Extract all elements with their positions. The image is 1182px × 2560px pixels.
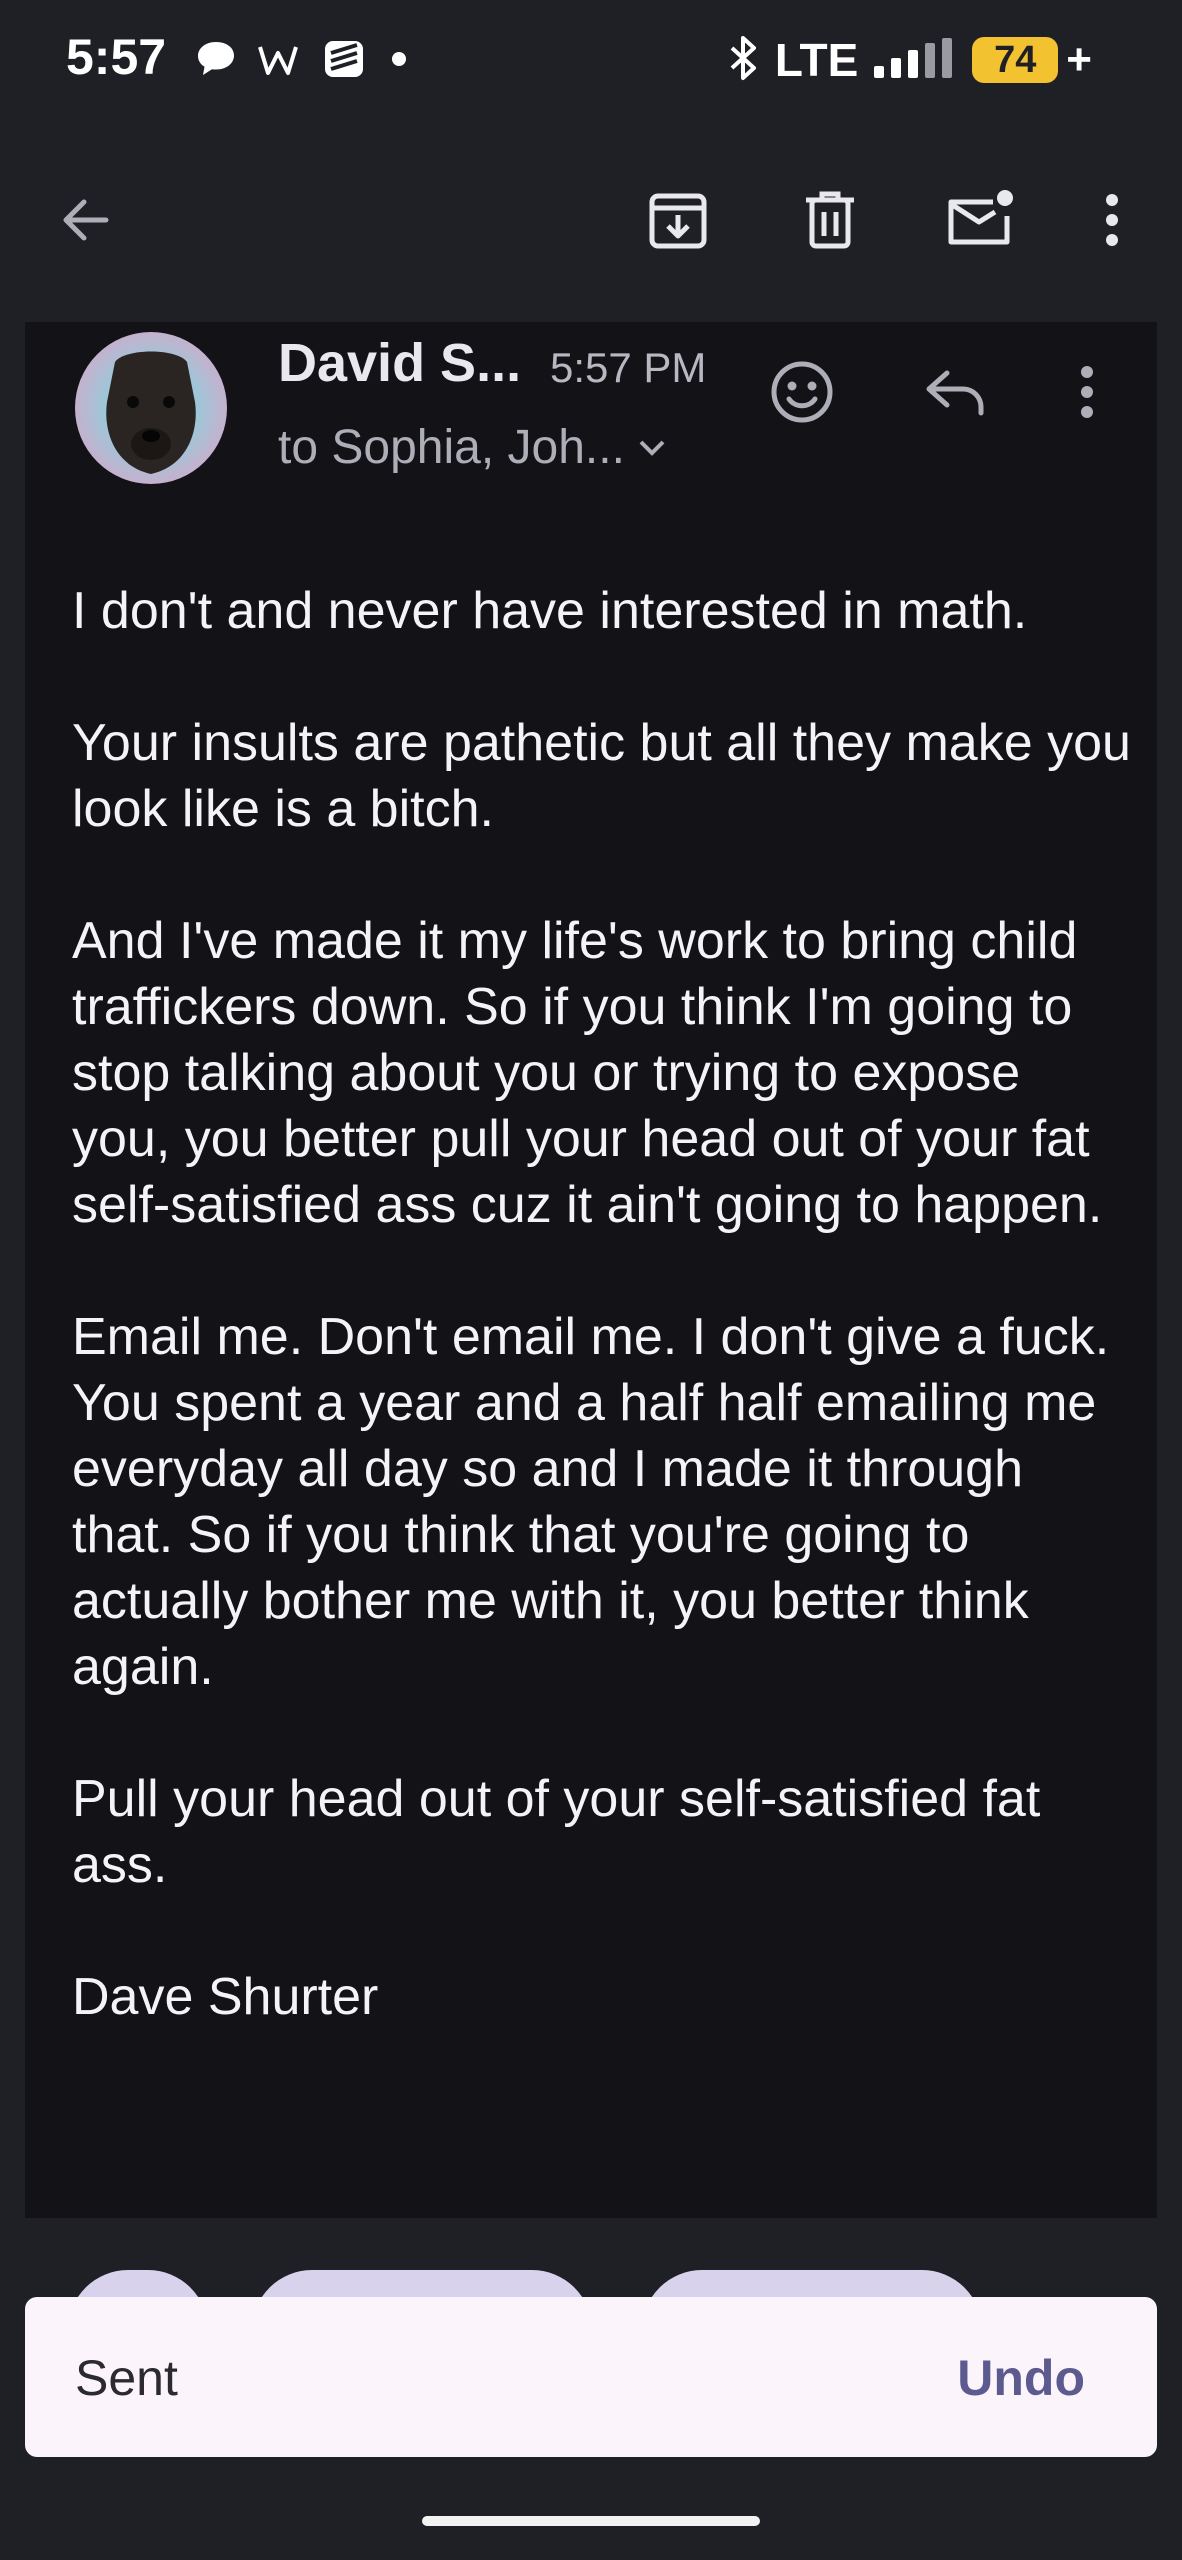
message-body: I don't and never have interested in mat…: [72, 578, 1132, 2096]
avatar[interactable]: [75, 332, 227, 484]
stack-app-icon: [321, 37, 367, 86]
recipients-text: to Sophia, Joh...: [278, 421, 625, 474]
more-vert-icon: [1081, 366, 1093, 418]
network-type: LTE: [774, 34, 859, 86]
sender-name: David S...: [278, 333, 522, 393]
message-more-button[interactable]: [1047, 352, 1127, 432]
archive-button[interactable]: [638, 180, 718, 260]
body-paragraph: Pull your head out of your self-satisfie…: [72, 1770, 1041, 1894]
body-paragraph: Your insults are pathetic but all they m…: [72, 714, 1131, 838]
message-time: 5:57 PM: [550, 344, 707, 391]
message-card: David S... 5:57 PM to Sophia, Joh... I d…: [25, 322, 1157, 2218]
notification-icons: [195, 36, 411, 86]
delete-button[interactable]: [790, 180, 870, 260]
system-icons: LTE 74 +: [727, 30, 1092, 90]
chat-bubble-icon: [195, 39, 237, 84]
screen: 5:57 LTE 74 + David S... 5:57 PM to Soph…: [0, 0, 1182, 2560]
back-button[interactable]: [46, 180, 126, 260]
battery-indicator: 74: [972, 37, 1059, 83]
emoji-icon: [771, 361, 833, 423]
recipients-toggle[interactable]: to Sophia, Joh...: [278, 420, 667, 475]
bluetooth-icon: [727, 35, 761, 86]
status-bar: 5:57 LTE 74 +: [0, 0, 1182, 120]
sent-snackbar: Sent Undo: [25, 2297, 1157, 2457]
more-vert-icon: [1106, 194, 1118, 246]
body-paragraph: And I've made it my life's work to bring…: [72, 912, 1103, 1234]
mark-unread-icon: [948, 190, 1013, 245]
signature: Dave Shurter: [72, 1968, 379, 2026]
status-time: 5:57: [66, 29, 167, 85]
dot-icon: [387, 47, 411, 76]
undo-button[interactable]: Undo: [957, 2349, 1085, 2407]
back-arrow-icon: [63, 199, 109, 241]
delete-icon: [806, 191, 854, 249]
w-app-icon: [257, 41, 301, 82]
more-options-button[interactable]: [1072, 180, 1152, 260]
battery-charging: +: [1066, 35, 1092, 84]
message-toolbar: [0, 160, 1182, 280]
body-paragraph: I don't and never have interested in mat…: [72, 582, 1028, 640]
reply-button[interactable]: [915, 352, 995, 432]
snackbar-message: Sent: [75, 2350, 178, 2406]
body-paragraph: Email me. Don't email me. I don't give a…: [72, 1308, 1110, 1696]
mark-unread-button[interactable]: [940, 180, 1020, 260]
chevron-down-icon: [639, 440, 665, 456]
archive-icon: [649, 193, 707, 249]
signal-icon: [872, 36, 958, 85]
home-indicator[interactable]: [422, 2516, 760, 2526]
add-reaction-button[interactable]: [762, 352, 842, 432]
reply-icon: [926, 370, 984, 416]
